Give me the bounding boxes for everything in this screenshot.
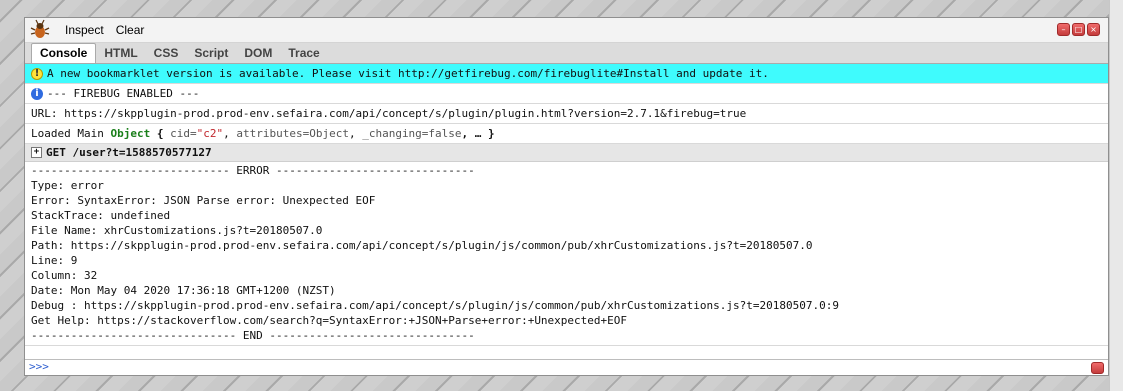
tab-trace[interactable]: Trace	[280, 44, 327, 63]
minimize-icon[interactable]: –	[1057, 23, 1070, 36]
error-line: Path: https://skpplugin-prod.prod-env.se…	[31, 239, 813, 252]
tab-console[interactable]: Console	[31, 43, 97, 63]
restore-icon[interactable]: □	[1072, 23, 1085, 36]
console-output: ! A new bookmarklet version is available…	[25, 64, 1108, 346]
clear-button[interactable]: Clear	[110, 23, 151, 37]
warning-icon: !	[31, 67, 43, 80]
error-line: Column: 32	[31, 269, 98, 282]
separator: ,	[348, 127, 363, 140]
toolbar: Inspect Clear – □ ×	[25, 18, 1108, 43]
prop-cid-value: "c2"	[196, 127, 224, 140]
prop-cid: cid=	[170, 127, 197, 140]
error-line: Date: Mon May 04 2020 17:36:18 GMT+1200 …	[31, 284, 336, 297]
error-line: Type: error	[31, 179, 104, 192]
error-line: Get Help: https://stackoverflow.com/sear…	[31, 314, 628, 327]
info-icon: i	[31, 87, 43, 100]
background-scrollbar[interactable]	[1109, 0, 1123, 391]
xhr-group-label: GET /user?t=1588570577127	[46, 146, 212, 159]
error-line: ------------------------------- END ----…	[31, 329, 475, 342]
url-row: URL: https://skpplugin-prod.prod-env.sef…	[25, 104, 1108, 124]
window-controls: – □ ×	[1057, 23, 1100, 36]
error-line: Error: SyntaxError: JSON Parse error: Un…	[31, 194, 376, 207]
tab-script[interactable]: Script	[186, 44, 236, 63]
error-line: StackTrace: undefined	[31, 209, 171, 222]
tab-html[interactable]: HTML	[96, 44, 145, 63]
error-line: ------------------------------ ERROR ---…	[31, 164, 475, 177]
error-line: Debug : https://skpplugin-prod.prod-env.…	[31, 299, 839, 312]
tab-dom[interactable]: DOM	[236, 44, 280, 63]
loaded-prefix: Loaded Main	[31, 127, 111, 140]
firebug-lite-panel: Inspect Clear – □ × Console HTML CSS Scr…	[24, 17, 1109, 376]
expand-command-icon[interactable]	[1091, 362, 1104, 374]
url-text: URL: https://skpplugin-prod.prod-env.sef…	[31, 107, 747, 120]
firebug-logo-icon[interactable]	[29, 19, 51, 41]
command-line[interactable]: >>>	[25, 359, 1108, 375]
inspect-button[interactable]: Inspect	[59, 23, 110, 37]
loaded-row: Loaded Main Object { cid= "c2" , attribu…	[25, 124, 1108, 144]
tab-css[interactable]: CSS	[146, 44, 187, 63]
separator: ,	[223, 127, 237, 140]
panel-tabs: Console HTML CSS Script DOM Trace	[25, 43, 1108, 64]
error-line: Line: 9	[31, 254, 78, 267]
prop-changing: _changing=false	[362, 127, 462, 140]
object-link[interactable]: Object	[110, 127, 150, 140]
command-prompt: >>>	[29, 360, 49, 373]
error-line: File Name: xhrCustomizations.js?t=201805…	[31, 224, 323, 237]
info-row: i --- FIREBUG ENABLED ---	[25, 84, 1108, 104]
brace-open: {	[150, 127, 171, 140]
warning-text: A new bookmarklet version is available. …	[47, 67, 769, 80]
firebug-enabled-text: --- FIREBUG ENABLED ---	[47, 87, 200, 100]
brace-close: , … }	[461, 127, 495, 140]
close-icon[interactable]: ×	[1087, 23, 1100, 36]
xhr-group-row[interactable]: + GET /user?t=1588570577127	[25, 144, 1108, 162]
error-block: ------------------------------ ERROR ---…	[25, 162, 1108, 346]
expand-icon[interactable]: +	[31, 147, 42, 158]
prop-attributes[interactable]: attributes=Object	[236, 127, 349, 140]
warning-row: ! A new bookmarklet version is available…	[25, 64, 1108, 84]
